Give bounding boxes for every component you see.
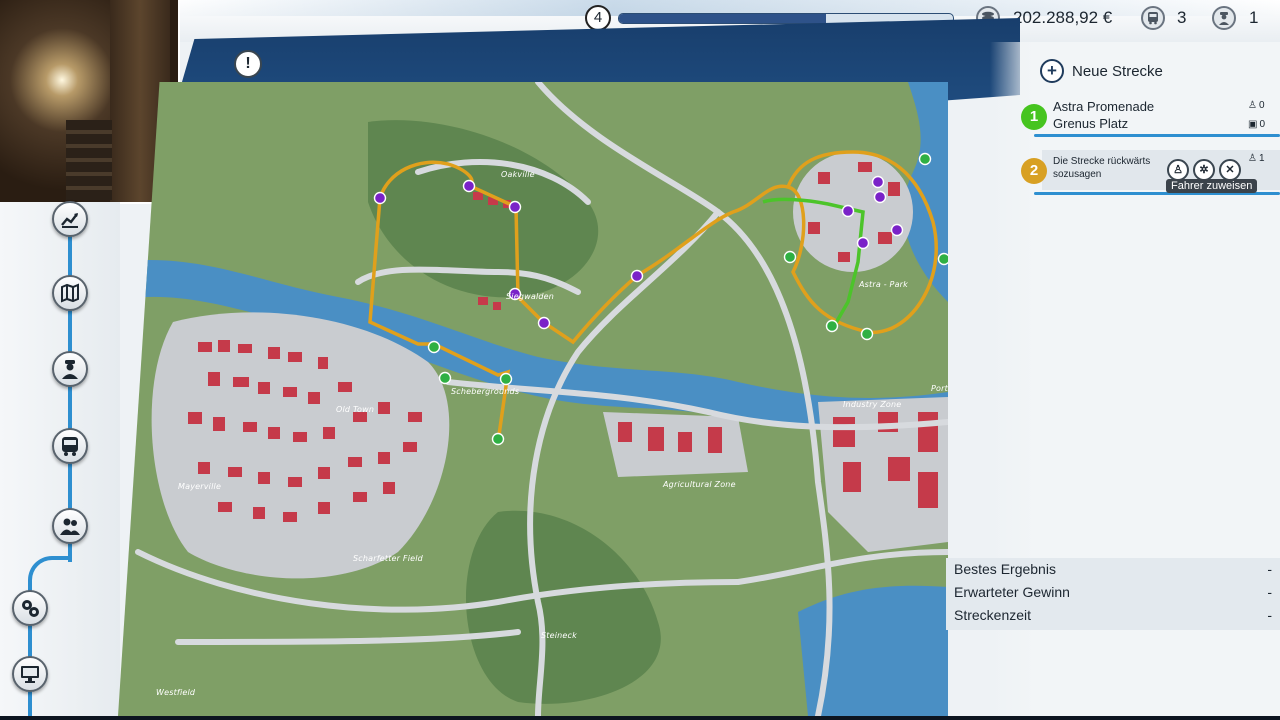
label-westfield: Westfield — [156, 688, 196, 697]
route-number-badge: 1 — [1021, 104, 1047, 130]
label-siegwalden: Siegwalden — [506, 292, 554, 301]
city-map[interactable]: Oakville Siegwalden Astra - Park Old Tow… — [118, 82, 948, 716]
driver-icon — [62, 360, 78, 379]
stat-best-result: Bestes Ergebnis - — [954, 561, 1272, 577]
label-industry: Industry Zone — [843, 400, 901, 409]
bus-icon — [62, 437, 78, 456]
label-steineck: Steineck — [541, 631, 577, 640]
route-bus-count: ▣ 0 — [1248, 119, 1266, 130]
route-name-line2: Grenus Platz — [1053, 116, 1129, 131]
lake-east — [903, 82, 948, 302]
delete-route-icon[interactable]: ✕ — [1219, 159, 1241, 181]
route-name-line2: sozusagen — [1053, 169, 1102, 180]
nav-map-button[interactable] — [52, 275, 88, 311]
route-number-badge: 2 — [1021, 158, 1047, 184]
nav-buses-button[interactable] — [52, 428, 88, 464]
label-oakville: Oakville — [501, 170, 535, 179]
bottom-edge — [0, 716, 1280, 720]
webcam-shelf — [66, 120, 112, 200]
label-port: Port — [931, 384, 948, 393]
nav-computer-button[interactable] — [12, 656, 48, 692]
money-value: 202.288,92 € — [1013, 8, 1113, 27]
label-scharfetter: Scharfetter Field — [353, 554, 424, 563]
nav-passengers-button[interactable] — [52, 508, 88, 544]
map-canvas[interactable]: Oakville Siegwalden Astra - Park Old Tow… — [118, 82, 948, 716]
driver-icon — [1212, 6, 1236, 30]
bus-icon: ▣ — [1248, 119, 1258, 130]
driver-icon: ♙ — [1248, 153, 1257, 164]
label-mayerville: Mayerville — [178, 482, 221, 491]
route-driver-count: ♙ 0 — [1248, 100, 1265, 111]
forest-south — [465, 510, 661, 704]
alert-button[interactable]: ! — [234, 50, 262, 78]
map-icon — [61, 283, 79, 303]
route-settings-icon[interactable]: ✲ — [1193, 159, 1215, 181]
driver-icon: ♙ — [1248, 100, 1257, 111]
route-name-line1: Astra Promenade — [1053, 99, 1155, 114]
plus-icon: + — [1040, 59, 1064, 83]
route-card-1[interactable]: 1 Astra Promenade Grenus Platz ♙ 0 ▣ 0 — [1020, 98, 1280, 138]
statistics-icon — [61, 213, 78, 228]
new-route-label: Neue Strecke — [1072, 62, 1163, 80]
assign-driver-tooltip: Fahrer zuweisen — [1166, 179, 1258, 193]
nav-statistics-button[interactable] — [52, 201, 88, 237]
driver-count: 1 — [1249, 8, 1259, 27]
stat-expected-profit: Erwarteter Gewinn - — [954, 584, 1272, 600]
agricultural-area — [603, 412, 748, 477]
label-agricultural: Agricultural Zone — [662, 480, 736, 489]
route-driver-count: ♙ 1 — [1248, 153, 1265, 164]
route-name-line1: Die Strecke rückwärts — [1053, 156, 1151, 167]
route-underline — [1034, 134, 1280, 137]
level-badge: 4 — [585, 5, 611, 31]
nav-drivers-button[interactable] — [52, 351, 88, 387]
settings-gears-icon — [22, 600, 39, 617]
label-astra-park: Astra - Park — [858, 280, 908, 289]
label-schebergrounds: Schebergrounds — [451, 387, 519, 396]
route-stats: Bestes Ergebnis - Erwarteter Gewinn - Stre… — [946, 558, 1280, 630]
bus-icon — [1141, 6, 1165, 30]
stat-route-time: Streckenzeit - — [954, 607, 1272, 623]
people-icon — [60, 518, 80, 535]
label-old-town: Old Town — [336, 405, 374, 414]
assign-driver-icon[interactable]: ♙ — [1167, 159, 1189, 181]
bus-count: 3 — [1177, 8, 1187, 27]
level-progress-fill — [619, 14, 827, 23]
nav-settings-button[interactable] — [12, 590, 48, 626]
computer-icon — [21, 666, 39, 683]
new-route-button[interactable]: + Neue Strecke — [1040, 59, 1163, 83]
